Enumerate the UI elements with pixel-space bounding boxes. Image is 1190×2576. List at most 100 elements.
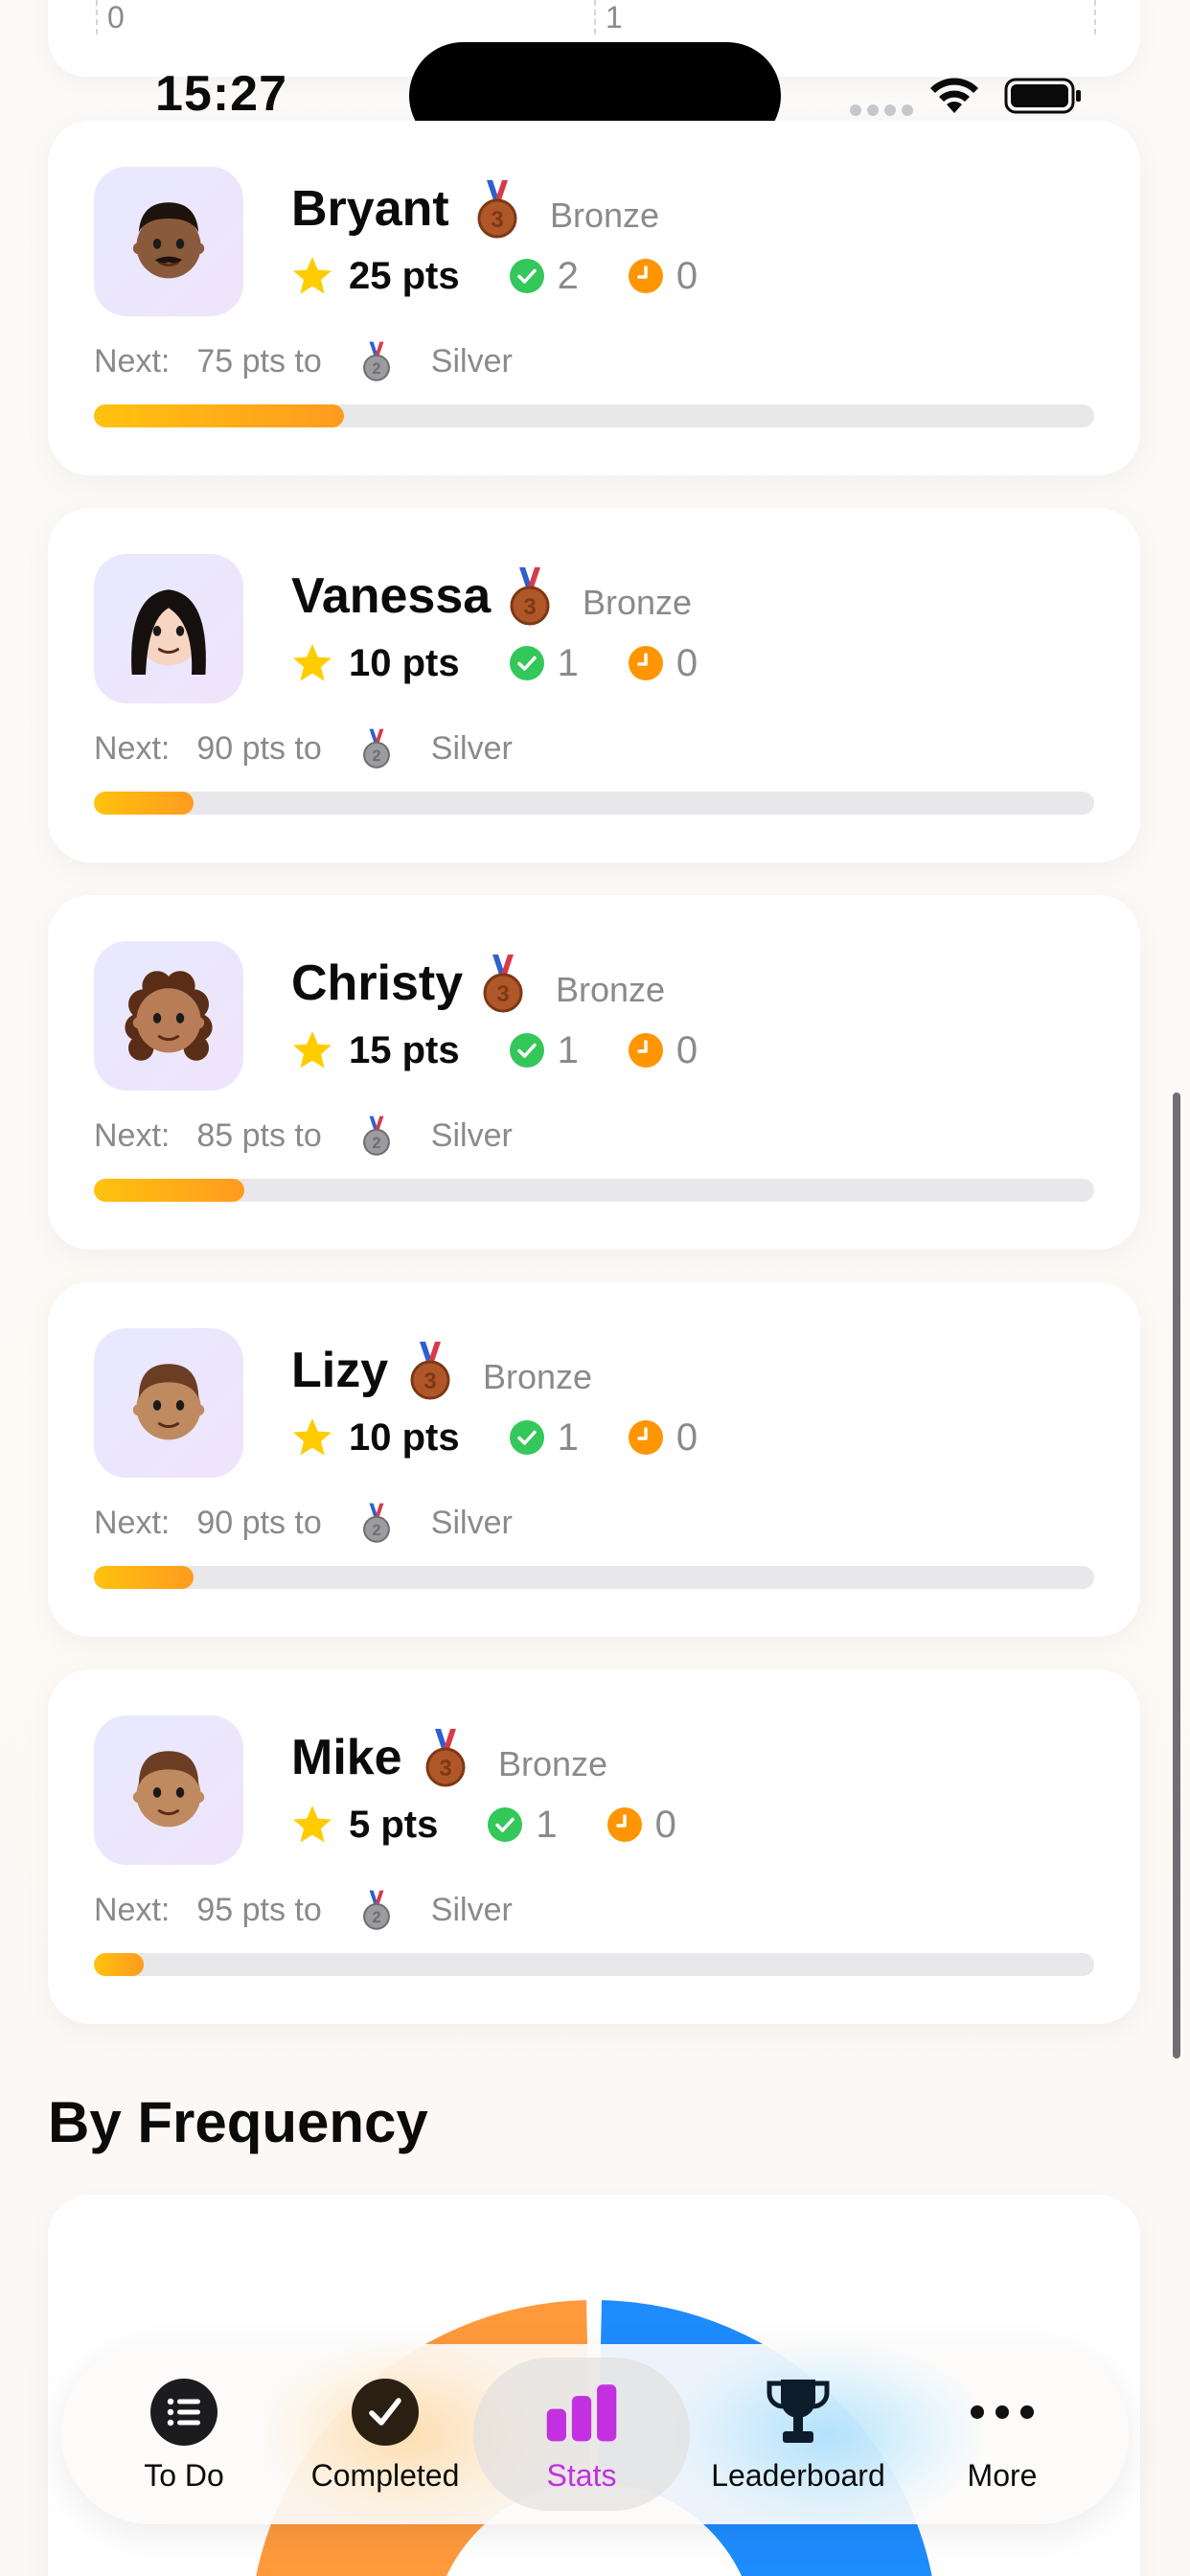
next-tier-label: Silver: [430, 1504, 513, 1541]
progress-fill: [94, 1179, 244, 1202]
tier-label: Bronze: [583, 583, 693, 622]
star-icon: [293, 1806, 332, 1843]
checkmark-circle-icon: [509, 259, 544, 293]
completed-count: 1: [557, 1028, 579, 1071]
svg-text:2: 2: [372, 360, 380, 378]
avatar: [94, 1328, 243, 1478]
tier-label: Bronze: [498, 1744, 608, 1783]
next-tier-row: Next: 95 pts to 2 Silver: [94, 1888, 513, 1932]
tab-completed[interactable]: Completed: [291, 2344, 479, 2524]
member-name: Bryant: [291, 181, 449, 237]
tab-bar: To Do Completed Stats Leaderboard More: [61, 2344, 1129, 2524]
tier-label: Bronze: [556, 970, 666, 1009]
status-time: 15:27: [155, 66, 287, 122]
member-name: Mike: [291, 1730, 402, 1785]
member-card[interactable]: Lizy 3 Bronze 10 pts 1 0 Next: 90 pts to 2 Silver: [48, 1282, 1140, 1637]
member-card[interactable]: Bryant 3 Bronze 25 pts 2 0 Next: 75 pts to 2 Silv…: [48, 121, 1140, 475]
star-icon: [293, 257, 332, 294]
bronze-medal-icon: 3: [479, 953, 527, 1014]
progress-fill: [94, 1566, 195, 1589]
tab-to-do[interactable]: To Do: [119, 2344, 249, 2524]
checkmark-circle-icon: [349, 2376, 422, 2449]
avatar: [94, 554, 243, 703]
next-tier-label: Silver: [430, 1891, 513, 1928]
next-label: Next:: [94, 342, 171, 380]
points-row: 15 pts 1 0: [291, 1025, 747, 1075]
star-icon: [293, 1418, 332, 1456]
svg-text:3: 3: [439, 1756, 451, 1782]
next-label: Next:: [94, 1504, 171, 1541]
checkmark-circle-icon: [509, 1420, 544, 1455]
tab-stats[interactable]: Stats: [512, 2344, 652, 2524]
clock-icon: [628, 646, 663, 680]
points-row: 10 pts 1 0: [291, 638, 747, 688]
points-to-next: 95 pts to: [196, 1891, 322, 1928]
member-card[interactable]: Mike 3 Bronze 5 pts 1 0 Next: 95 pts to 2 Silver: [48, 1669, 1140, 2024]
checkmark-circle-icon: [509, 646, 544, 680]
status-bar: 15:27: [0, 0, 1190, 150]
silver-medal-icon: 2: [360, 1889, 393, 1931]
completed-count: 1: [557, 641, 579, 684]
tab-label: Completed: [310, 2457, 460, 2493]
points-to-next: 75 pts to: [196, 342, 322, 380]
tab-label: To Do: [144, 2457, 224, 2493]
ellipsis-icon: [966, 2376, 1039, 2449]
checkmark-circle-icon: [488, 1807, 523, 1842]
points-value: 15 pts: [349, 1028, 460, 1071]
wifi-icon: [930, 78, 978, 113]
avatar: [94, 167, 243, 316]
progress-fill: [94, 404, 344, 427]
list-icon: [148, 2376, 220, 2449]
next-tier-label: Silver: [430, 1116, 513, 1154]
pending-count: 0: [675, 254, 698, 297]
points-row: 5 pts 1 0: [291, 1800, 726, 1850]
svg-text:3: 3: [491, 207, 503, 233]
points-value: 25 pts: [349, 254, 460, 297]
member-card[interactable]: Christy 3 Bronze 15 pts 1 0 Next: 85 pts to 2 Sil…: [48, 895, 1140, 1250]
bronze-medal-icon: 3: [506, 565, 554, 627]
progress-bar: [94, 792, 1094, 815]
clock-icon: [628, 1420, 663, 1455]
member-name: Vanessa: [291, 568, 492, 624]
tab-label: Leaderboard: [711, 2457, 885, 2493]
svg-text:3: 3: [496, 981, 509, 1007]
next-tier-row: Next: 75 pts to 2 Silver: [94, 339, 513, 383]
clock-icon: [606, 1807, 642, 1842]
cellular-signal-icon: [850, 104, 913, 118]
member-name: Lizy: [291, 1343, 389, 1398]
progress-fill: [94, 792, 195, 815]
scroll-indicator[interactable]: [1173, 1092, 1180, 2058]
bronze-medal-icon: 3: [422, 1727, 469, 1788]
next-tier-row: Next: 90 pts to 2 Silver: [94, 1501, 513, 1545]
avatar: [94, 941, 243, 1091]
points-value: 10 pts: [349, 1415, 460, 1459]
member-card[interactable]: Vanessa 3 Bronze 10 pts 1 0 Next: 90 pts to 2 Sil…: [48, 508, 1140, 862]
tab-leaderboard[interactable]: Leaderboard: [698, 2344, 899, 2524]
next-tier-row: Next: 85 pts to 2 Silver: [94, 1114, 513, 1158]
completed-count: 1: [536, 1803, 558, 1846]
section-title: By Frequency: [48, 2090, 428, 2154]
progress-bar: [94, 1179, 1094, 1202]
tier-label: Bronze: [550, 196, 660, 235]
next-label: Next:: [94, 1116, 171, 1154]
star-icon: [293, 1031, 332, 1069]
points-to-next: 90 pts to: [196, 1504, 322, 1541]
points-value: 5 pts: [349, 1803, 439, 1846]
progress-fill: [94, 1953, 145, 1976]
svg-text:2: 2: [372, 748, 380, 765]
bronze-medal-icon: 3: [406, 1340, 454, 1401]
silver-medal-icon: 2: [360, 1502, 393, 1544]
next-tier-label: Silver: [430, 729, 513, 767]
progress-bar: [94, 1953, 1094, 1976]
silver-medal-icon: 2: [360, 727, 393, 770]
clock-icon: [628, 1033, 663, 1068]
svg-text:3: 3: [523, 594, 536, 620]
checkmark-circle-icon: [509, 1033, 544, 1068]
points-row: 10 pts 1 0: [291, 1413, 747, 1462]
next-tier-row: Next: 90 pts to 2 Silver: [94, 726, 513, 770]
bronze-medal-icon: 3: [473, 178, 521, 240]
pending-count: 0: [675, 1028, 698, 1071]
next-tier-label: Silver: [430, 342, 513, 380]
tab-more[interactable]: More: [954, 2344, 1050, 2524]
svg-text:2: 2: [372, 1522, 380, 1539]
